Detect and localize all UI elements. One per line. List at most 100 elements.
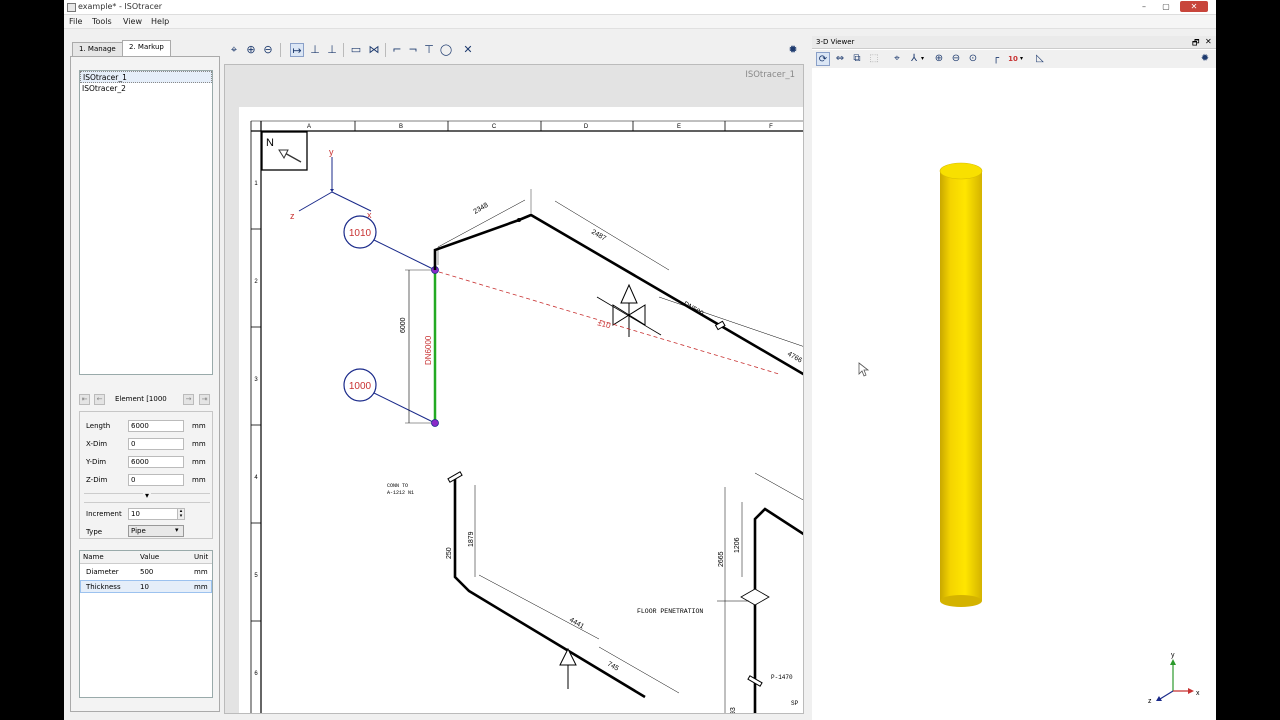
- property-value[interactable]: 500: [140, 568, 153, 576]
- menu-file[interactable]: File: [69, 17, 82, 26]
- first-element-button[interactable]: ⇤: [79, 394, 90, 405]
- crosshair-icon[interactable]: ⌖: [227, 43, 241, 57]
- left-panel: 1. Manage 2. Markup ISOtracer_1 ISOtrace…: [70, 40, 220, 715]
- tab-manage[interactable]: 1. Manage: [72, 42, 123, 56]
- elbow-left-icon[interactable]: ⌐: [390, 43, 404, 57]
- y-dim-field[interactable]: 6000: [128, 456, 184, 468]
- length-field[interactable]: 6000: [128, 420, 184, 432]
- row-label: 3: [254, 377, 258, 383]
- 3d-viewer: 3-D Viewer 🗗 ✕ ⟳ ⇔ ⧉ ⬚ ⌖ ⅄ ▾ ⊕ ⊖ ⊙ ┌ 10 …: [812, 36, 1216, 720]
- 3d-viewport[interactable]: y x z: [812, 68, 1216, 718]
- node-label-1000: 1000: [349, 381, 372, 392]
- axes-dropdown-icon[interactable]: ▾: [921, 55, 924, 62]
- elbow-icon[interactable]: ┌: [989, 52, 1003, 66]
- drawing-panel: ISOtracer_1 A B C D E F 1 2 3 4 5 6 N y …: [224, 64, 804, 714]
- menu-tools[interactable]: Tools: [92, 17, 112, 26]
- increment-spinner-icon[interactable]: ▴ ▾: [177, 508, 185, 520]
- isotracer-window: example* - ISOtracer – ▢ ✕ File Tools Vi…: [64, 0, 1216, 720]
- app-icon: [67, 3, 76, 12]
- expand-toggle-icon[interactable]: ▾: [143, 491, 152, 500]
- type-dropdown-icon[interactable]: ▾: [175, 526, 179, 534]
- viewer-title-bar: 3-D Viewer 🗗 ✕: [812, 36, 1216, 49]
- y-dim-label: Y-Dim: [86, 458, 107, 466]
- triad-y-label: y: [1171, 652, 1175, 659]
- x-dim-field[interactable]: 0: [128, 438, 184, 450]
- properties-table: Name Value Unit Diameter 500 mm Thicknes…: [79, 550, 213, 698]
- zoom-in-icon[interactable]: ⊕: [932, 52, 946, 66]
- z-dim-field[interactable]: 0: [128, 474, 184, 486]
- minimize-button[interactable]: –: [1136, 1, 1152, 12]
- length-label: Length: [86, 422, 111, 430]
- pipe-size-label: DN500: [682, 301, 704, 318]
- increment-spinbox[interactable]: 10: [128, 508, 178, 520]
- isometric-drawing-sheet[interactable]: A B C D E F 1 2 3 4 5 6 N y x z 1010 100…: [239, 107, 803, 714]
- tee-icon[interactable]: ⊤: [422, 43, 436, 57]
- dimension-label: 93: [730, 707, 737, 714]
- column-label: D: [584, 124, 589, 130]
- column-label: A: [307, 124, 311, 130]
- document-item-isotracer-2[interactable]: ISOtracer_2: [80, 83, 212, 95]
- length-unit: mm: [192, 422, 206, 430]
- z-dim-label: Z-Dim: [86, 476, 108, 484]
- property-row-thickness[interactable]: Thickness 10 mm: [80, 580, 212, 593]
- zoom-in-icon[interactable]: ⊕: [244, 43, 258, 57]
- property-row-diameter[interactable]: Diameter 500 mm: [80, 566, 212, 579]
- measure-icon[interactable]: ◺: [1033, 52, 1047, 66]
- mouse-cursor-icon: [858, 362, 870, 377]
- viewer-float-button[interactable]: 🗗: [1192, 37, 1200, 51]
- toolbar-separator: [385, 43, 386, 57]
- annotation: A-1212 N1: [387, 490, 414, 496]
- increment-label: Increment: [86, 510, 122, 518]
- dimension-label: 6000: [400, 317, 407, 333]
- fit-icon[interactable]: ⧉: [850, 52, 864, 66]
- rotate-icon[interactable]: ⟳: [816, 52, 830, 66]
- document-item-isotracer-1[interactable]: ISOtracer_1: [80, 71, 212, 83]
- element-form: Length 6000 mm X-Dim 0 mm Y-Dim 6000 mm …: [79, 411, 213, 539]
- toolbar-separator: [343, 43, 344, 57]
- lasso-icon[interactable]: ◯: [439, 43, 453, 57]
- menu-bar: File Tools View Help: [64, 15, 1216, 29]
- close-icon[interactable]: ✕: [461, 43, 475, 57]
- settings-icon[interactable]: ✹: [1198, 52, 1212, 66]
- zoom-out-icon[interactable]: ⊖: [261, 43, 275, 57]
- axes-icon[interactable]: ⅄: [907, 52, 921, 66]
- column-label: E: [677, 124, 681, 130]
- document-list: ISOtracer_1 ISOtracer_2: [79, 70, 213, 375]
- pan-icon[interactable]: ⇔: [833, 52, 847, 66]
- close-button[interactable]: ✕: [1180, 1, 1208, 12]
- zoom-fit-icon[interactable]: ⊙: [966, 52, 980, 66]
- dimension-label: 4766: [786, 351, 803, 365]
- menu-help[interactable]: Help: [151, 17, 169, 26]
- pipe-bottom: [940, 595, 982, 607]
- axis-z-label: z: [290, 211, 295, 221]
- crosshair-icon[interactable]: ⌖: [890, 52, 904, 66]
- valve-icon[interactable]: ⋈: [367, 43, 381, 57]
- property-name: Diameter: [86, 568, 119, 576]
- column-header-value: Value: [140, 553, 160, 561]
- column-label: F: [769, 124, 773, 130]
- elbow-right-icon[interactable]: ¬: [406, 43, 420, 57]
- vertical-segment-down-icon[interactable]: ⊥: [308, 43, 322, 57]
- viewer-close-button[interactable]: ✕: [1205, 37, 1212, 46]
- settings-icon[interactable]: ✹: [786, 43, 800, 57]
- previous-element-button[interactable]: ←: [94, 394, 105, 405]
- tab-markup[interactable]: 2. Markup: [122, 40, 171, 56]
- zoom-out-icon[interactable]: ⊖: [949, 52, 963, 66]
- triad-x-label: x: [1196, 690, 1200, 697]
- dimension-dropdown-icon[interactable]: ▾: [1020, 55, 1023, 62]
- next-element-button[interactable]: →: [183, 394, 194, 405]
- flange-icon[interactable]: ▭: [349, 43, 363, 57]
- properties-header: Name Value Unit: [80, 551, 212, 564]
- triad-z-label: z: [1148, 698, 1152, 705]
- menu-view[interactable]: View: [123, 17, 142, 26]
- maximize-button[interactable]: ▢: [1158, 1, 1174, 12]
- select-icon[interactable]: ⬚: [867, 52, 881, 66]
- horizontal-segment-icon[interactable]: ↦: [290, 43, 304, 57]
- vertical-segment-up-icon[interactable]: ⊥: [325, 43, 339, 57]
- last-element-button[interactable]: ⇥: [199, 394, 210, 405]
- property-value[interactable]: 10: [140, 583, 149, 591]
- node-label-1010: 1010: [349, 228, 372, 239]
- 3d-pipe-model: [939, 162, 983, 607]
- dimension-icon[interactable]: 10: [1006, 52, 1020, 66]
- element-label: Element [1000, 1010]: [115, 395, 167, 403]
